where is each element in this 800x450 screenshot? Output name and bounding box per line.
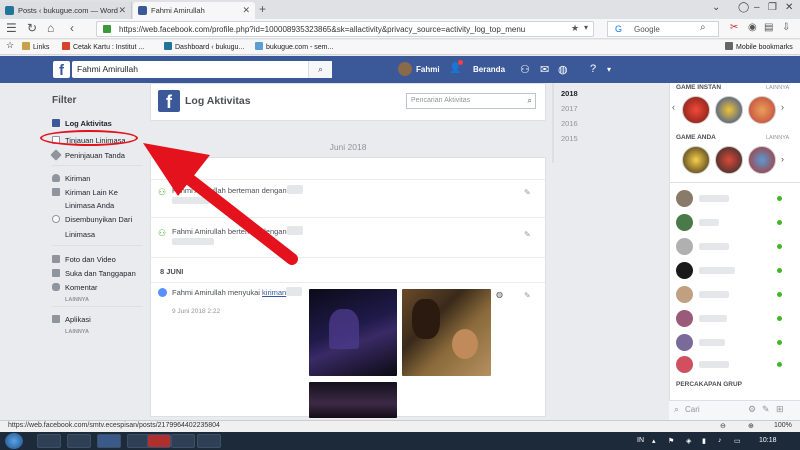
annotation-arrow <box>143 143 298 265</box>
